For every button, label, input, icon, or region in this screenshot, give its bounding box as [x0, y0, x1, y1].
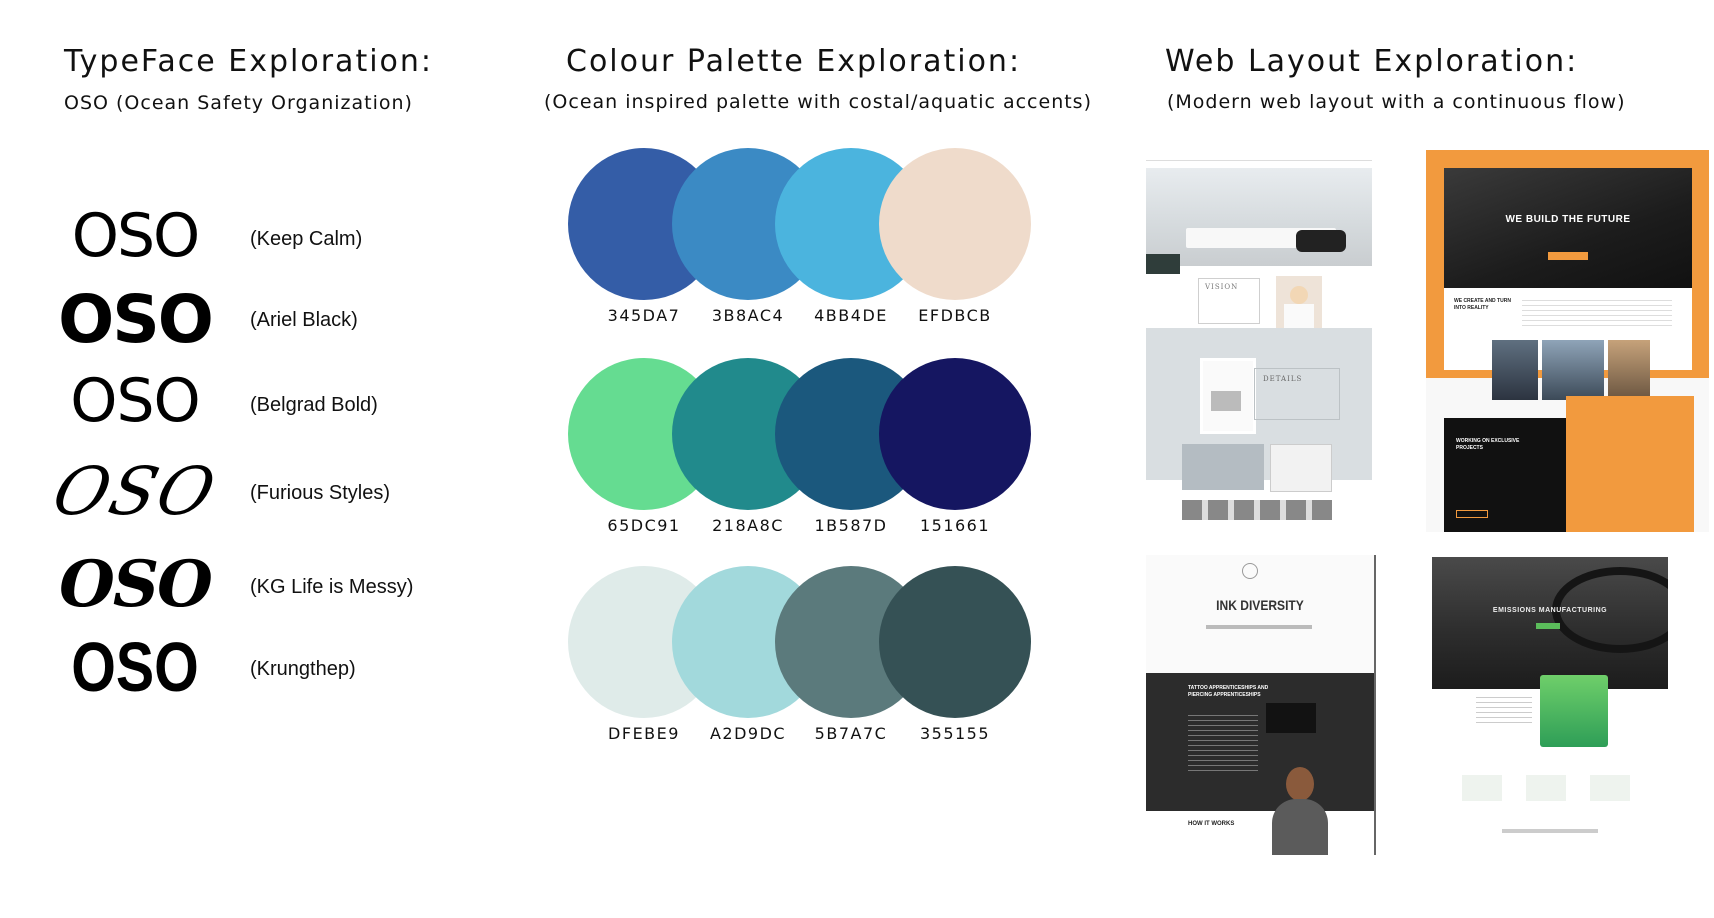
gallery-strip [1182, 500, 1332, 520]
color-swatch [879, 566, 1031, 718]
oso-sample-krungthep: OSO [71, 628, 199, 706]
oso-sample-kg-life-is-messy: OSO [59, 546, 213, 622]
color-hex-label: 345DA7 [607, 306, 681, 325]
layout-subheading: (Modern web layout with a continuous flo… [1167, 91, 1626, 113]
service-tile-3 [1590, 775, 1630, 801]
logo-icon [1242, 563, 1258, 579]
layout-thumb-emissions: EMISSIONS MANUFACTURING [1432, 557, 1668, 869]
car-hero-image: EMISSIONS MANUFACTURING [1432, 557, 1668, 689]
font-label-ariel-black: (Ariel Black) [250, 309, 358, 331]
font-label-furious-styles: (Furious Styles) [250, 482, 391, 504]
green-feature-card [1540, 675, 1608, 747]
typeface-subheading: OSO (Ocean Safety Organization) [64, 92, 413, 114]
color-swatch [879, 148, 1031, 300]
color-hex-label: 1B587D [814, 516, 888, 535]
oso-sample-furious-styles: OSO [45, 452, 225, 530]
desk-image [1200, 358, 1256, 434]
color-hex-label: 3B8AC4 [711, 306, 785, 325]
service-tile-2 [1526, 775, 1566, 801]
layout-heading: Web Layout Exploration: [1165, 44, 1579, 79]
color-swatch [879, 358, 1031, 510]
layout-thumb-construction: WE BUILD THE FUTURE WE CREATE AND TURN I… [1426, 150, 1709, 532]
color-hex-label: 4BB4DE [814, 306, 888, 325]
service-tile-1 [1462, 775, 1502, 801]
palette-subheading: (Ocean inspired palette with costal/aqua… [544, 91, 1092, 113]
kitchen-hero-image [1146, 168, 1372, 274]
hero-banner: WE BUILD THE FUTURE [1444, 168, 1692, 288]
project-image-2 [1270, 444, 1332, 492]
palette-heading: Colour Palette Exploration: [566, 44, 1022, 79]
tattoo-hero: INK DIVERSITY [1146, 555, 1374, 673]
color-hex-label: DFEBE9 [608, 724, 680, 743]
font-label-belgrad-bold: (Belgrad Bold) [250, 394, 378, 416]
color-hex-label: 218A8C [712, 516, 784, 535]
dark-cta-block: WORKING ON EXCLUSIVE PROJECTS [1444, 418, 1566, 532]
project-image-1 [1182, 444, 1264, 490]
font-label-keep-calm: (Keep Calm) [250, 228, 363, 250]
color-hex-label: 355155 [919, 724, 991, 743]
apprenticeship-section: TATTOO APPRENTICESHIPS AND PIERCING APPR… [1146, 673, 1374, 811]
font-label-krungthep: (Krungthep) [250, 658, 356, 680]
orange-block [1566, 396, 1694, 532]
color-hex-label: 5B7A7C [814, 724, 888, 743]
hero-cta [1548, 252, 1588, 260]
color-hex-label: A2D9DC [709, 724, 787, 743]
typeface-heading: TypeFace Exploration: [64, 44, 434, 79]
layout-thumb-interior: VISION DETAILS [1146, 150, 1372, 535]
tattoo-artist-photo [1270, 767, 1330, 855]
nav-bar [1146, 150, 1372, 161]
layout-thumb-tattoo: INK DIVERSITY TATTOO APPRENTICESHIPS AND… [1146, 555, 1376, 855]
color-hex-label: 65DC91 [607, 516, 681, 535]
font-label-kg-life-is-messy: (KG Life is Messy) [250, 576, 414, 598]
building-image-1 [1492, 340, 1538, 400]
oso-sample-keep-calm: OSO [71, 201, 201, 271]
studio-image [1266, 703, 1316, 733]
building-image-2 [1542, 340, 1604, 400]
color-hex-label: 151661 [919, 516, 991, 535]
oso-sample-belgrad-bold: OSO [70, 366, 201, 436]
color-hex-label: EFDBCB [918, 306, 992, 325]
building-image-3 [1608, 340, 1650, 400]
vision-box: VISION [1198, 278, 1260, 324]
oso-sample-ariel-black: OSO [58, 280, 214, 358]
